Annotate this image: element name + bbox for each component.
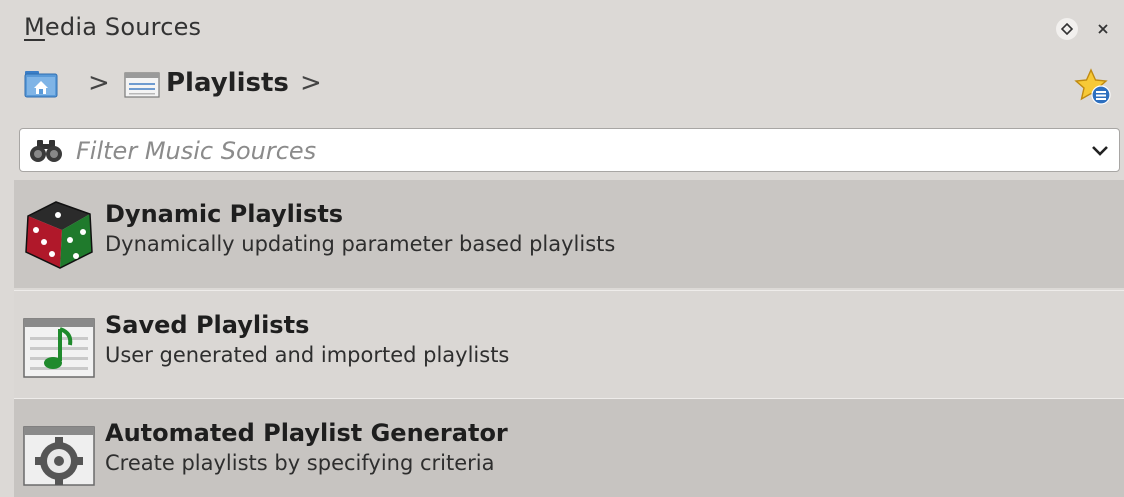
playlists-icon [124, 72, 160, 98]
filter-input[interactable] [74, 135, 1058, 167]
filter-dropdown-button[interactable] [1086, 137, 1114, 165]
panel-title-mnemonic: M [24, 13, 45, 41]
chevron-down-icon [1092, 146, 1108, 156]
binoculars-icon [28, 136, 64, 164]
home-folder-icon [24, 71, 58, 98]
list-item-automated-playlist-generator[interactable]: Automated Playlist Generator Create play… [14, 398, 1124, 497]
music-note-playlist-icon [20, 305, 98, 383]
panel-title-rest: edia Sources [44, 13, 202, 41]
bookmark-button[interactable] [1074, 68, 1112, 106]
list-item-title: Saved Playlists [105, 311, 310, 339]
filter-combobox[interactable] [19, 128, 1120, 172]
list-item-title: Dynamic Playlists [105, 200, 344, 228]
media-sources-panel: Media Sources > Playlists > Filter Music… [0, 0, 1124, 497]
list-item-subtitle: Dynamically updating parameter based pla… [105, 232, 616, 256]
breadcrumb: > Playlists > [0, 58, 1124, 118]
list-item-saved-playlists[interactable]: Saved Playlists User generated and impor… [14, 290, 1124, 398]
list-item-dynamic-playlists[interactable]: Dynamic Playlists Dynamically updating p… [14, 180, 1124, 288]
breadcrumb-home-button[interactable] [24, 68, 58, 98]
list-item-subtitle: Create playlists by specifying criteria [105, 451, 495, 475]
close-button[interactable] [1092, 18, 1114, 40]
panel-title: Media Sources [24, 13, 201, 41]
dice-icon [20, 194, 98, 272]
breadcrumb-current[interactable]: Playlists [166, 68, 289, 98]
panel-titlebar: Media Sources [0, 0, 1124, 56]
list-item-subtitle: User generated and imported playlists [105, 343, 510, 367]
breadcrumb-separator-trailing[interactable]: > [300, 68, 322, 98]
float-button[interactable] [1056, 18, 1078, 40]
breadcrumb-separator[interactable]: > [88, 68, 110, 98]
close-icon [1098, 24, 1108, 34]
gear-playlist-icon [20, 413, 98, 491]
list-item-title: Automated Playlist Generator [105, 419, 508, 447]
float-icon [1061, 23, 1073, 35]
bookmark-star-icon [1074, 68, 1111, 105]
